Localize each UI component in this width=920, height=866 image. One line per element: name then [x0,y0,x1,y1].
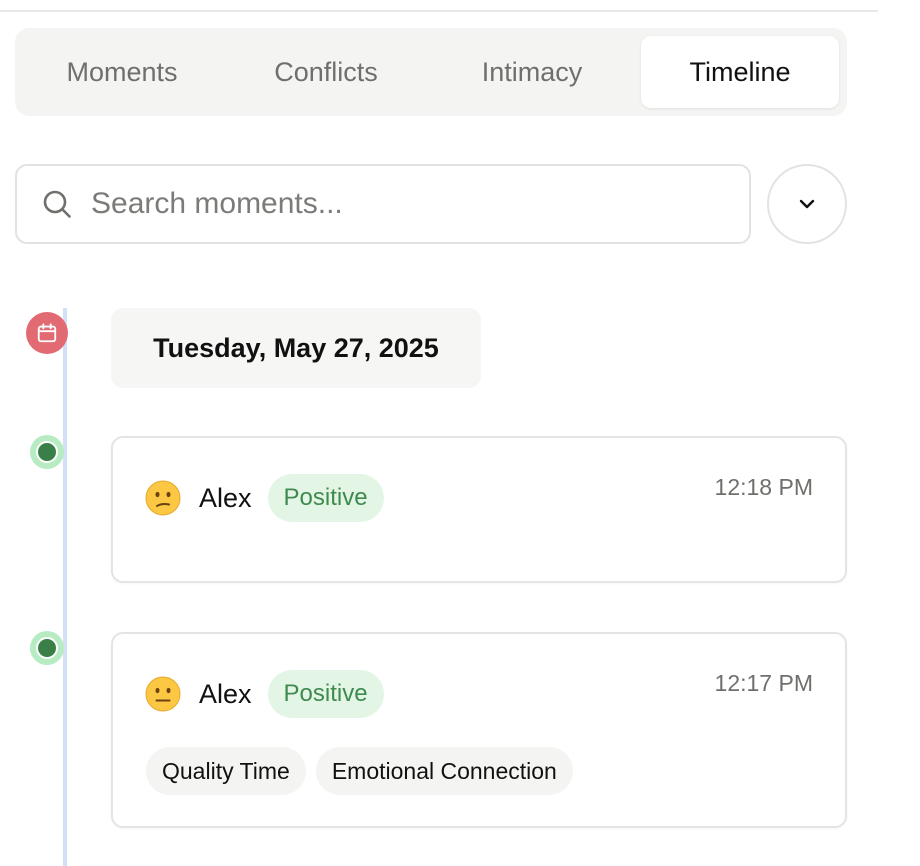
search-icon [43,190,71,218]
search-box[interactable] [15,164,751,244]
moment-card[interactable]: Alex Positive 12:17 PM Quality Time Emot… [111,632,847,828]
date-header: Tuesday, May 27, 2025 [111,308,481,388]
tag-quality-time[interactable]: Quality Time [146,747,306,795]
moment-header: Alex Positive [145,670,384,718]
sentiment-badge: Positive [267,670,384,718]
chevron-down-icon [799,199,815,209]
tag-emotional-connection[interactable]: Emotional Connection [315,747,573,795]
tab-moments[interactable]: Moments [23,36,221,108]
sentiment-badge: Positive [267,474,384,522]
timeline-dot [30,631,64,665]
moment-author: Alex [199,678,252,709]
moment-time: 12:17 PM [714,670,813,696]
calendar-marker [26,312,68,354]
timeline-line [63,308,67,866]
tag-list: Quality Time Emotional Connection [146,747,583,795]
timeline-page: Moments Conflicts Intimacy Timeline Tues… [0,0,920,866]
moment-header: Alex Positive [145,474,384,522]
search-input[interactable] [91,187,691,221]
moment-author: Alex [199,482,252,513]
filter-dropdown-button[interactable] [767,164,847,244]
moment-card[interactable]: Alex Positive 12:18 PM [111,436,847,583]
tab-intimacy[interactable]: Intimacy [433,36,631,108]
moment-time: 12:18 PM [714,474,813,500]
tab-bar: Moments Conflicts Intimacy Timeline [15,28,847,116]
top-divider [0,10,878,12]
neutral-face-emoji [145,676,181,712]
tab-conflicts[interactable]: Conflicts [227,36,425,108]
confused-face-emoji [145,480,181,516]
timeline-dot [30,435,64,469]
calendar-icon [37,323,57,343]
tab-timeline[interactable]: Timeline [641,36,839,108]
